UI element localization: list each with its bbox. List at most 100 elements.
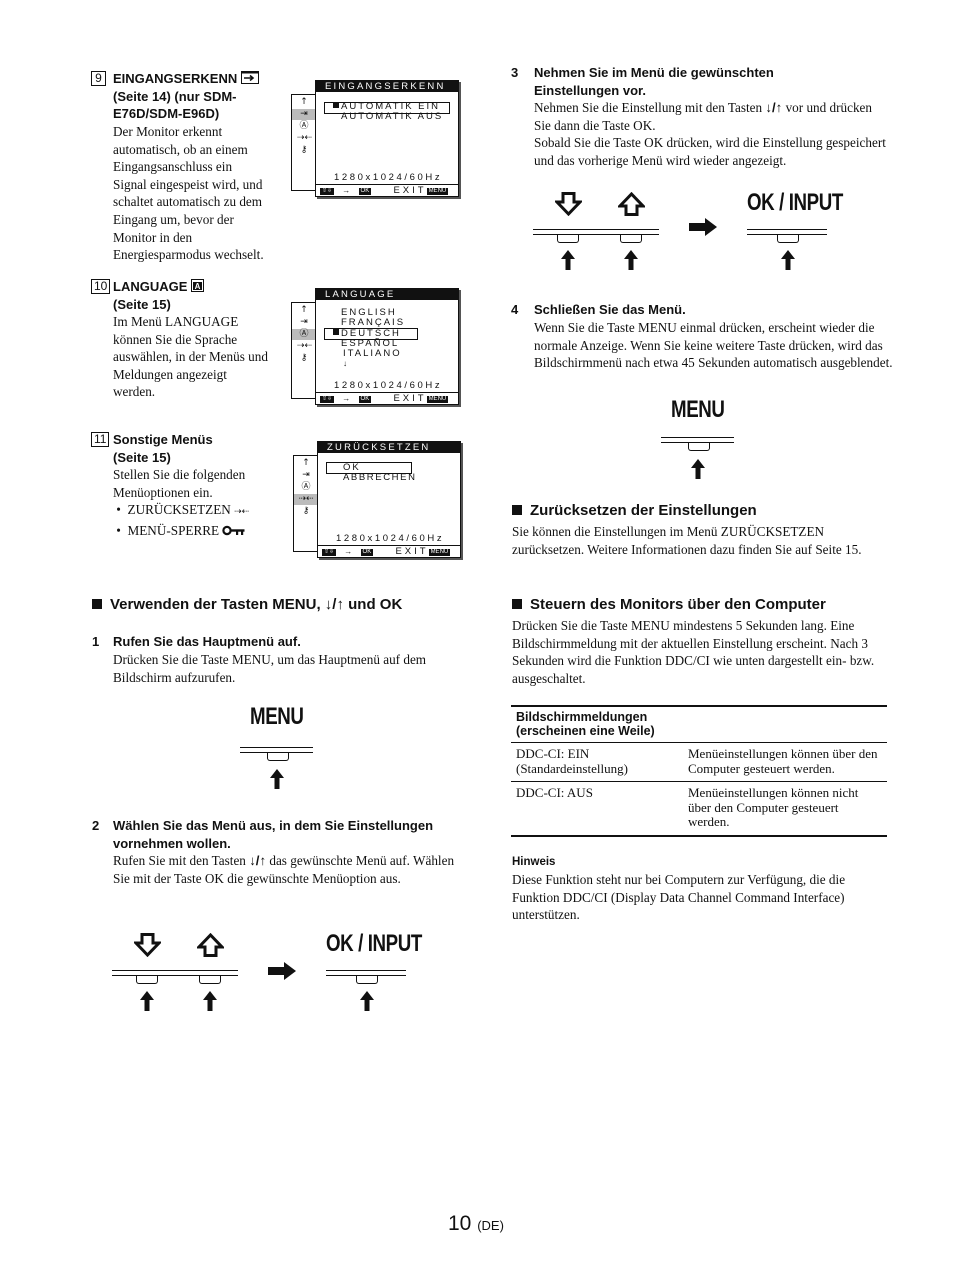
step-body-2: Sobald Sie die Taste OK drücken, wird di…: [534, 135, 886, 168]
up-button[interactable]: [620, 235, 642, 243]
language-icon: A: [191, 279, 205, 292]
osd-sidebar: ↑ ⇥ Ⓐ ⇢⇠ ⚷: [291, 94, 316, 191]
key-icon: ⚷: [300, 353, 308, 363]
item-number-badge: 10: [91, 279, 111, 294]
osd-option[interactable]: FRANÇAIS: [341, 318, 405, 328]
ok-input-label: OK / INPUT: [326, 930, 422, 957]
table-cell-description: Menüeinstellungen können über den Comput…: [683, 742, 887, 782]
computer-body: Drücken Sie die Taste MENU mindestens 5 …: [512, 618, 875, 686]
menu-button[interactable]: [688, 443, 710, 451]
square-bullet-icon: [512, 505, 522, 515]
up-down-keys-icon: ⇧⇩: [322, 549, 337, 556]
ok-input-button[interactable]: [777, 235, 799, 243]
up-arrow-icon: ↑: [302, 458, 310, 468]
osd-option[interactable]: ITALIANO: [343, 349, 402, 359]
down-button[interactable]: [136, 976, 158, 984]
ok-key: OK: [358, 396, 372, 403]
menu-key: MENU: [428, 549, 451, 556]
down-up-arrows-icon: ↓/↑: [249, 853, 267, 868]
ddc-table-wrapper: Bildschirmmeldungen (erscheinen eine Weil…: [511, 705, 887, 837]
osd-sidebar: ↑ ⇥ Ⓐ ⇢⇠ ⚷: [293, 455, 318, 552]
step-number: 2: [92, 818, 100, 833]
down-up-arrows-icon: ↓/↑: [324, 596, 344, 613]
reset-icon: ⇢⇠: [294, 494, 318, 505]
ddc-table: Bildschirmmeldungen (erscheinen eine Weil…: [511, 705, 887, 837]
step-number: 1: [92, 634, 100, 649]
language-code: (DE): [477, 1218, 504, 1233]
ok-key: OK: [360, 549, 374, 556]
key-icon: ⚷: [302, 506, 310, 516]
item-title: Sonstige Menüs (Seite 15): [113, 432, 213, 465]
note-body: Diese Funktion steht nur bei Computern z…: [512, 872, 846, 923]
press-arrow-icon: [360, 991, 374, 1011]
step-number: 4: [511, 302, 519, 317]
step-title: Schließen Sie das Menü.: [534, 302, 686, 317]
item-description: Stellen Sie die folgenden Menüoptionen e…: [113, 466, 293, 539]
osd-option[interactable]: AUTOMATIK AUS: [341, 112, 443, 122]
table-row: DDC-CI: AUS Menüeinstellungen können nic…: [511, 781, 887, 837]
item-title: LANGUAGE A (Seite 15): [113, 278, 283, 313]
language-icon: Ⓐ: [299, 121, 309, 131]
osd-main: ZURÜCKSETZEN OK ABBRECHEN 1280x1024/60Hz…: [317, 441, 461, 558]
arrow-ok-diagram: OK / INPUT: [533, 189, 843, 274]
arrow-right-icon: →: [342, 186, 351, 195]
menu-key: MENU: [426, 396, 449, 403]
osd-title: ZURÜCKSETZEN: [318, 442, 460, 453]
menu-button-diagram: MENU: [661, 396, 741, 481]
arrow-ok-diagram: OK / INPUT: [112, 930, 422, 1015]
osd-footer: ⇧⇩ → OK EXIT MENU: [316, 184, 458, 196]
square-bullet-icon: [92, 599, 102, 609]
reset-icon: ⇢⇠: [234, 507, 250, 518]
up-down-keys-icon: ⇧⇩: [320, 396, 335, 403]
right-arrow-icon: [268, 962, 296, 980]
reset-icon: ⇢⇠: [297, 341, 313, 351]
exit-label: EXIT: [393, 393, 427, 404]
step-body: Wenn Sie die Taste MENU einmal drücken, …: [534, 320, 893, 371]
key-icon: ⚷: [300, 145, 308, 155]
ok-input-label: OK / INPUT: [747, 189, 843, 216]
osd-footer: ⇧⇩ → OK EXIT MENU: [316, 392, 458, 404]
item-number-badge: 11: [91, 432, 110, 447]
menu-button-label: MENU: [671, 396, 725, 423]
table-cell-message: DDC-CI: EIN (Standardeinstellung): [511, 742, 683, 782]
up-button[interactable]: [199, 976, 221, 984]
menu-key: MENU: [426, 188, 449, 195]
table-cell-message: DDC-CI: AUS: [511, 781, 683, 837]
menu-button-diagram: MENU: [240, 703, 320, 789]
bullet-item: • MENÜ-SPERRE: [113, 522, 293, 540]
step-body: Nehmen Sie die Einstellung mit den Taste…: [534, 100, 872, 133]
osd-footer: ⇧⇩ → OK EXIT MENU: [318, 545, 460, 557]
osd-title: LANGUAGE: [316, 289, 458, 300]
osd-option[interactable]: ABBRECHEN: [343, 473, 417, 483]
press-arrow-icon: [140, 991, 154, 1011]
table-row: DDC-CI: EIN (Standardeinstellung) Menüein…: [511, 742, 887, 782]
item-number-badge: 9: [91, 71, 106, 86]
down-outline-arrow-icon: [134, 933, 161, 957]
menu-button-label: MENU: [250, 703, 304, 730]
bullet-item: • ZURÜCKSETZEN ⇢⇠: [113, 502, 250, 518]
step-body: Rufen Sie mit den Tasten ↓/↑ das gewünsc…: [113, 853, 455, 886]
resolution-readout: 1280x1024/60Hz: [336, 533, 445, 544]
press-arrow-icon: [270, 769, 284, 789]
up-down-keys-icon: ⇧⇩: [320, 188, 335, 195]
osd-menu-language: ↑ ⇥ Ⓐ ⇢⇠ ⚷ LANGUAGE ENGLISH FRANÇAIS DEU…: [291, 288, 459, 405]
step-title: Rufen Sie das Hauptmenü auf.: [113, 634, 301, 649]
section-heading-buttons: Verwenden der Tasten MENU, ↓/↑ und OK: [92, 596, 472, 614]
ok-input-button[interactable]: [356, 976, 378, 984]
down-arrow-icon: ↓: [343, 359, 349, 368]
menu-button[interactable]: [267, 753, 289, 761]
arrow-right-icon: →: [342, 394, 351, 403]
press-arrow-icon: [781, 250, 795, 270]
table-header-row: Bildschirmmeldungen (erscheinen eine Weil…: [511, 705, 887, 743]
down-button[interactable]: [557, 235, 579, 243]
square-bullet-icon: [512, 599, 522, 609]
table-header-cell: [683, 705, 887, 743]
step-title: Nehmen Sie im Menü die gewünschten Einst…: [534, 65, 774, 98]
note-title: Hinweis: [512, 856, 556, 868]
input-sense-icon: ⇥: [292, 109, 316, 120]
language-icon: Ⓐ: [292, 329, 316, 340]
ok-key: OK: [358, 188, 372, 195]
section-heading-computer: Steuern des Monitors über den Computer: [512, 596, 892, 614]
item-description: Im Menü LANGUAGE können Sie die Sprache …: [113, 314, 268, 400]
step-number: 3: [511, 65, 519, 80]
